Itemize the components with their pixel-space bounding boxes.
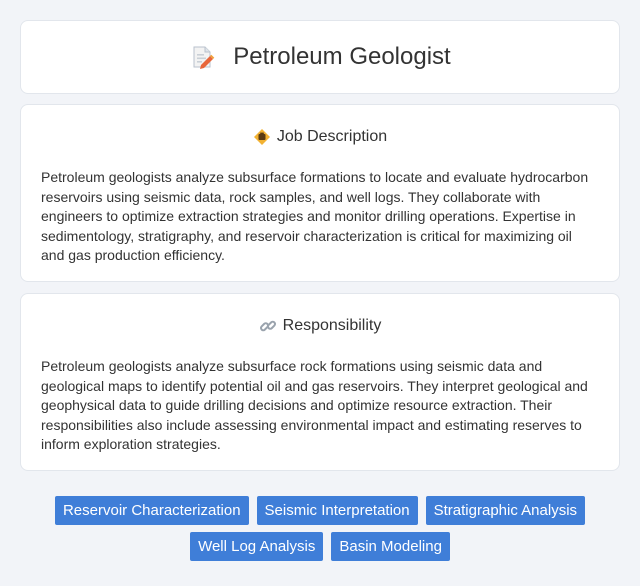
- skill-tag-seismic-interpretation[interactable]: Seismic Interpretation: [256, 496, 418, 525]
- responsibility-heading: Responsibility: [282, 317, 382, 334]
- responsibility-card: Responsibility Petroleum geologists anal…: [20, 293, 620, 471]
- skill-tag-basin-modeling[interactable]: Basin Modeling: [331, 532, 450, 561]
- skill-tag-reservoir-characterization[interactable]: Reservoir Characterization: [54, 496, 249, 525]
- job-description-card: Job Description Petroleum geologists ana…: [20, 104, 620, 282]
- skills-tag-list: Reservoir Characterization Seismic Inter…: [20, 496, 620, 561]
- title-card: Petroleum Geologist: [20, 20, 620, 94]
- job-badge-icon: [253, 128, 271, 146]
- document-edit-icon: [189, 44, 215, 70]
- skill-tag-stratigraphic-analysis[interactable]: Stratigraphic Analysis: [425, 496, 586, 525]
- responsibility-text: Petroleum geologists analyze subsurface …: [41, 358, 588, 452]
- job-description-text: Petroleum geologists analyze subsurface …: [41, 169, 589, 263]
- job-description-heading: Job Description: [276, 128, 388, 145]
- responsibility-header: Responsibility: [41, 317, 599, 335]
- job-description-header: Job Description: [41, 128, 599, 146]
- link-icon: [259, 317, 277, 335]
- skill-tag-well-log-analysis[interactable]: Well Log Analysis: [190, 532, 324, 561]
- page-title: Petroleum Geologist: [233, 43, 451, 70]
